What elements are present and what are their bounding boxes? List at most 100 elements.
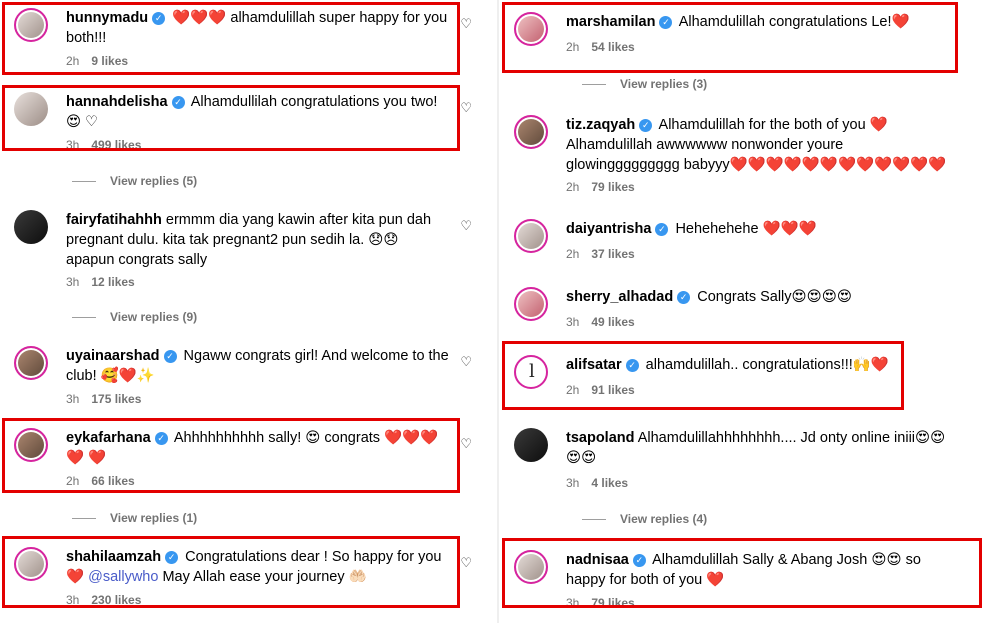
comment-meta: 3h 175 likes — [66, 392, 141, 406]
likes-count[interactable]: 54 likes — [591, 40, 634, 54]
likes-count[interactable]: 12 likes — [91, 275, 134, 289]
right-comment-column: marshamilan ✓ Alhamdulillah congratulatio… — [500, 0, 1000, 623]
comment-text: alhamdulillah.. congratulations!!!🙌❤️ — [645, 357, 889, 373]
likes-count[interactable]: 37 likes — [591, 247, 634, 261]
username[interactable]: tsapoland — [566, 430, 634, 446]
avatar[interactable] — [14, 547, 48, 581]
timestamp: 3h — [566, 315, 580, 329]
verified-badge-icon: ✓ — [171, 96, 185, 109]
username[interactable]: sherry_alhadad — [566, 289, 673, 305]
heart-outline-icon[interactable]: ♡ — [460, 16, 472, 32]
verified-badge-icon: ✓ — [625, 359, 639, 372]
comment-meta: 2h 37 likes — [566, 247, 635, 261]
username[interactable]: shahilaamzah — [66, 549, 161, 565]
avatar[interactable] — [514, 428, 548, 462]
username[interactable]: eykafarhana — [66, 430, 151, 446]
username[interactable]: daiyantrisha — [566, 221, 651, 237]
comment-meta: 3h 79 likes — [566, 596, 635, 610]
avatar[interactable] — [514, 12, 548, 46]
reply-line — [72, 518, 96, 520]
verified-badge-icon: ✓ — [163, 350, 177, 363]
reply-line — [72, 317, 96, 319]
avatar[interactable] — [14, 346, 48, 380]
heart-outline-icon[interactable]: ♡ — [460, 436, 472, 452]
comment-meta: 2h 66 likes — [66, 474, 135, 488]
avatar[interactable] — [14, 8, 48, 42]
comment-meta: 3h 12 likes — [66, 275, 135, 289]
comment-meta: 3h 49 likes — [566, 315, 635, 329]
verified-badge-icon: ✓ — [165, 551, 179, 564]
heart-outline-icon[interactable]: ♡ — [460, 555, 472, 571]
timestamp: 3h — [566, 596, 580, 610]
likes-count[interactable]: 49 likes — [591, 315, 634, 329]
timestamp: 3h — [66, 275, 80, 289]
avatar[interactable] — [514, 219, 548, 253]
timestamp: 2h — [66, 474, 80, 488]
comment-meta: 2h 79 likes — [566, 180, 635, 194]
timestamp: 3h — [66, 593, 80, 607]
avatar[interactable] — [514, 550, 548, 584]
highlight-box — [502, 341, 904, 410]
mention-link[interactable]: @sallywho — [88, 569, 158, 585]
view-replies-button[interactable]: View replies (5) — [72, 174, 197, 188]
comment-text: Congrats Sally😍😍😍😍 — [697, 289, 852, 305]
timestamp: 2h — [566, 40, 580, 54]
view-replies-button[interactable]: View replies (4) — [582, 512, 707, 526]
verified-badge-icon: ✓ — [659, 16, 673, 29]
heart-outline-icon[interactable]: ♡ — [460, 100, 472, 116]
reply-line — [582, 519, 606, 521]
username[interactable]: alifsatar — [566, 357, 622, 373]
comment-meta: 3h 499 likes — [66, 138, 141, 152]
comment-meta: 3h 4 likes — [566, 476, 628, 490]
likes-count[interactable]: 230 likes — [91, 593, 141, 607]
username[interactable]: fairyfatihahhh — [66, 212, 162, 228]
username[interactable]: hannahdelisha — [66, 94, 168, 110]
likes-count[interactable]: 9 likes — [91, 54, 128, 68]
likes-count[interactable]: 79 likes — [591, 596, 634, 610]
likes-count[interactable]: 175 likes — [91, 392, 141, 406]
likes-count[interactable]: 66 likes — [91, 474, 134, 488]
view-replies-button[interactable]: View replies (1) — [72, 511, 197, 525]
timestamp: 2h — [566, 247, 580, 261]
likes-count[interactable]: 4 likes — [591, 476, 628, 490]
view-replies-button[interactable]: View replies (9) — [72, 310, 197, 324]
verified-badge-icon: ✓ — [639, 119, 653, 132]
comment-text: Alhamdulillah congratulations Le!❤️ — [678, 14, 910, 30]
reply-line — [72, 181, 96, 183]
likes-count[interactable]: 79 likes — [591, 180, 634, 194]
verified-badge-icon: ✓ — [154, 432, 168, 445]
timestamp: 2h — [566, 180, 580, 194]
heart-outline-icon[interactable]: ♡ — [460, 218, 472, 234]
heart-outline-icon[interactable]: ♡ — [460, 354, 472, 370]
verified-badge-icon: ✓ — [655, 223, 669, 236]
username[interactable]: uyainaarshad — [66, 348, 160, 364]
avatar[interactable] — [14, 428, 48, 462]
avatar[interactable] — [14, 92, 48, 126]
timestamp: 3h — [66, 392, 80, 406]
comment-meta: 2h 9 likes — [66, 54, 128, 68]
username[interactable]: hunnymadu — [66, 10, 148, 26]
timestamp: 2h — [66, 54, 80, 68]
likes-count[interactable]: 499 likes — [91, 138, 141, 152]
timestamp: 3h — [566, 476, 580, 490]
username[interactable]: marshamilan — [566, 14, 655, 30]
avatar[interactable] — [514, 287, 548, 321]
verified-badge-icon: ✓ — [152, 12, 166, 25]
comment-meta: 2h 54 likes — [566, 40, 635, 54]
comment-meta: 2h 91 likes — [566, 383, 635, 397]
comment-text: May Allah ease your journey 🤲🏻 — [158, 569, 367, 585]
reply-line — [582, 84, 606, 86]
comment-text: Hehehehehe ❤️❤️❤️ — [675, 221, 817, 237]
username[interactable]: tiz.zaqyah — [566, 117, 635, 133]
username[interactable]: nadnisaa — [566, 552, 629, 568]
verified-badge-icon: ✓ — [632, 554, 646, 567]
timestamp: 2h — [566, 383, 580, 397]
avatar[interactable]: l — [514, 355, 548, 389]
likes-count[interactable]: 91 likes — [591, 383, 634, 397]
verified-badge-icon: ✓ — [677, 291, 691, 304]
view-replies-button[interactable]: View replies (3) — [582, 77, 707, 91]
timestamp: 3h — [66, 138, 80, 152]
avatar[interactable] — [514, 115, 548, 149]
left-comment-column: hunnymadu ✓ ❤️❤️❤️ alhamdulillah super ha… — [0, 0, 500, 623]
avatar[interactable] — [14, 210, 48, 244]
